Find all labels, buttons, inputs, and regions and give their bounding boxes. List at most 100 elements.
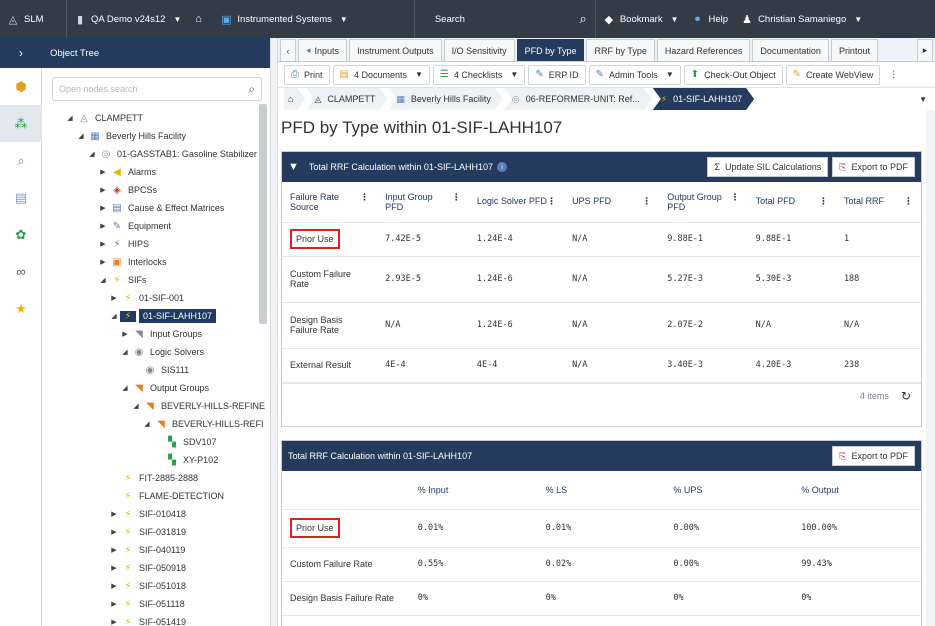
tree-search-input[interactable]: Open nodes search ⌕	[52, 77, 262, 101]
column-header[interactable]: ⋮ Logic Solver PFD	[468, 182, 565, 223]
erp-id-button[interactable]: ✎ ERP ID	[528, 64, 586, 85]
tree-node[interactable]: ▶ ⚡ SIF-050918	[42, 559, 270, 577]
tree-node[interactable]: ◢ ◥ BEVERLY-HILLS-REFINE	[42, 397, 270, 415]
expand-toggle-icon[interactable]: ▶	[119, 330, 131, 338]
expand-toggle-icon[interactable]: ▶	[108, 546, 120, 554]
export-pdf-button[interactable]: ⎘ Export to PDF	[832, 157, 915, 177]
info-icon[interactable]: i	[496, 162, 507, 172]
column-header[interactable]	[282, 471, 410, 510]
expand-toggle-icon[interactable]: ▶	[97, 186, 109, 194]
tab-hazard-references[interactable]: Hazard References	[656, 39, 751, 61]
column-menu-icon[interactable]: ⋮	[642, 196, 651, 207]
tab-scroll-right[interactable]: ▸	[917, 39, 933, 61]
expand-toggle-icon[interactable]: ▶	[108, 564, 120, 572]
collapse-toggle-icon[interactable]: ◢	[119, 384, 131, 392]
tree-node[interactable]: ◢ ◎ 01-GASSTAB1: Gasoline Stabilizer	[42, 145, 270, 163]
main-scrollbar[interactable]	[926, 110, 935, 626]
column-header[interactable]: ⋮ Input Group PFD	[377, 182, 469, 223]
nav-reports[interactable]: ▤	[0, 179, 42, 216]
tab-i-o-sensitivity[interactable]: I/O Sensitivity	[443, 39, 515, 61]
tree-node[interactable]: ▶ ▤ Cause & Effect Matrices	[42, 199, 270, 217]
column-header[interactable]: ⋮ Total RRF	[835, 182, 921, 223]
expand-toggle-icon[interactable]: ▶	[97, 222, 109, 230]
tree-node[interactable]: ▶ ⚡ SIF-031819	[42, 523, 270, 541]
column-menu-icon[interactable]: ⋮	[452, 192, 461, 203]
user-menu[interactable]: ♟ Christian Samaniego ▼	[734, 0, 868, 38]
tree-node[interactable]: ▚ SDV107	[42, 433, 270, 451]
checklists-button[interactable]: ☰ 4 Checklists ▼	[432, 64, 526, 85]
column-header[interactable]: % UPS	[665, 471, 794, 510]
expand-toggle-icon[interactable]: ▶	[108, 528, 120, 536]
tree-node[interactable]: ▶ ⚡ SIF-040119	[42, 541, 270, 559]
breadcrumb-home[interactable]: ⌂	[284, 88, 305, 110]
expand-toggle-icon[interactable]: ▶	[108, 618, 120, 626]
column-menu-icon[interactable]: ⋮	[731, 192, 740, 203]
checkout-button[interactable]: ⬆ Check-Out Object	[683, 64, 783, 85]
table-row[interactable]: Prior Use 7.42E-5 1.24E-4 N/A 9.88E-1 9.88E-1…	[282, 222, 921, 257]
tree-node[interactable]: ◢ ⚡ SIFs	[42, 271, 270, 289]
column-header[interactable]: % Input	[409, 471, 538, 510]
bookmark-menu[interactable]: ◆ Bookmark ▼	[596, 0, 685, 38]
tree-node[interactable]: ▶ ◀ Alarms	[42, 163, 270, 181]
expand-toggle-icon[interactable]: ▶	[97, 258, 109, 266]
tree-node[interactable]: ⚡ FLAME-DETECTION	[42, 487, 270, 505]
table-row[interactable]: Custom Failure Rate 2.93E-5 1.24E-6 N/A 5.27…	[282, 256, 921, 303]
tab-pfd-by-type[interactable]: PFD by Type	[516, 39, 585, 61]
refresh-icon[interactable]: ↻	[901, 389, 911, 403]
column-menu-icon[interactable]: ⋮	[904, 196, 913, 207]
tree-node[interactable]: ◢ ◥ BEVERLY-HILLS-REFI	[42, 415, 270, 433]
update-sil-button[interactable]: Σ Update SIL Calculations	[707, 157, 829, 177]
app-switcher[interactable]: ◬ SLM	[0, 0, 66, 38]
tree-node[interactable]: ▚ XY-P102	[42, 451, 270, 469]
expand-toggle-icon[interactable]: ▶	[97, 240, 109, 248]
collapse-toggle-icon[interactable]: ◢	[119, 348, 131, 356]
expand-toggle-icon[interactable]: ▶	[108, 510, 120, 518]
collapse-toggle-icon[interactable]: ◢	[130, 402, 142, 410]
nav-links[interactable]: ∞	[0, 253, 42, 290]
nav-tree[interactable]: ⁂	[0, 105, 42, 142]
documents-button[interactable]: ▤ 4 Documents ▼	[332, 64, 430, 85]
column-header[interactable]: ⋮ Failure Rate Source	[282, 182, 378, 223]
tab-rrf-by-type[interactable]: RRF by Type	[586, 39, 655, 61]
tab-inputs[interactable]: ◂ Inputs	[298, 39, 348, 61]
tab-printout[interactable]: Printout	[830, 39, 878, 61]
table-row[interactable]: Design Basis Failure Rate 0% 0% 0% 0%	[282, 581, 921, 616]
tree-scrollbar[interactable]	[259, 104, 267, 324]
tree-node[interactable]: ⚡ FIT-2885-2888	[42, 469, 270, 487]
print-button[interactable]: ⎙ Print	[284, 64, 330, 85]
table-row[interactable]: Custom Failure Rate 0.55% 0.02% 0.00% 99.43%	[282, 547, 921, 582]
expand-panel-button[interactable]: ›	[0, 38, 42, 68]
tab-scroll-left[interactable]: ‹	[280, 39, 296, 61]
column-header[interactable]: ⋮ Output Group PFD	[659, 182, 748, 223]
tree-node[interactable]: ▶ ◥ Input Groups	[42, 325, 270, 343]
module-selector[interactable]: ▣ Instrumented Systems ▼	[213, 0, 353, 38]
breadcrumb-item-facility[interactable]: ▦ Beverly Hills Facility	[388, 88, 503, 110]
column-header[interactable]: % LS	[537, 471, 666, 510]
collapse-toggle-icon[interactable]: ◢	[75, 132, 87, 140]
expand-toggle-icon[interactable]: ▶	[97, 168, 109, 176]
tree-node[interactable]: ▶ ✎ Equipment	[42, 217, 270, 235]
table-row[interactable]: Design Basis Failure Rate N/A 1.24E-6 N/A 2.…	[282, 302, 921, 349]
breadcrumb-item-current[interactable]: ⚡ 01-SIF-LAHH107	[653, 88, 754, 110]
column-menu-icon[interactable]: ⋮	[819, 196, 828, 207]
table-row[interactable]: External Result9.52%9.52%0.00%80.95%	[282, 615, 921, 626]
column-header[interactable]: ⋮ UPS PFD	[564, 182, 660, 223]
tree-node[interactable]: ◢ ⚡ 01-SIF-LAHH107	[42, 307, 270, 325]
export-pdf-button[interactable]: ⎘ Export to PDF	[832, 446, 915, 466]
nav-settings[interactable]: ✿	[0, 216, 42, 253]
home-button[interactable]: ⌂	[187, 0, 213, 38]
column-header[interactable]: ⋮ Total PFD	[747, 182, 836, 223]
expand-toggle-icon[interactable]: ▶	[108, 600, 120, 608]
collapse-toggle-icon[interactable]: ◢	[108, 312, 120, 320]
tree-node[interactable]: ◉ SIS111	[42, 361, 270, 379]
filter-icon[interactable]: ▼	[288, 161, 299, 173]
expand-toggle-icon[interactable]: ▶	[108, 582, 120, 590]
nav-favorites[interactable]: ★	[0, 290, 42, 327]
collapse-toggle-icon[interactable]: ◢	[64, 114, 76, 122]
search-icon[interactable]: ⌕	[248, 82, 255, 97]
project-selector[interactable]: ▮ QA Demo v24s12 ▼	[67, 0, 187, 38]
tree-node[interactable]: ▶ ⚡ SIF-051118	[42, 595, 270, 613]
table-row[interactable]: External Result 4E-4 4E-4 N/A 3.40E-3 4.20E-3…	[282, 348, 921, 383]
panel-splitter[interactable]	[270, 38, 278, 626]
column-header[interactable]: % Output	[793, 471, 921, 510]
